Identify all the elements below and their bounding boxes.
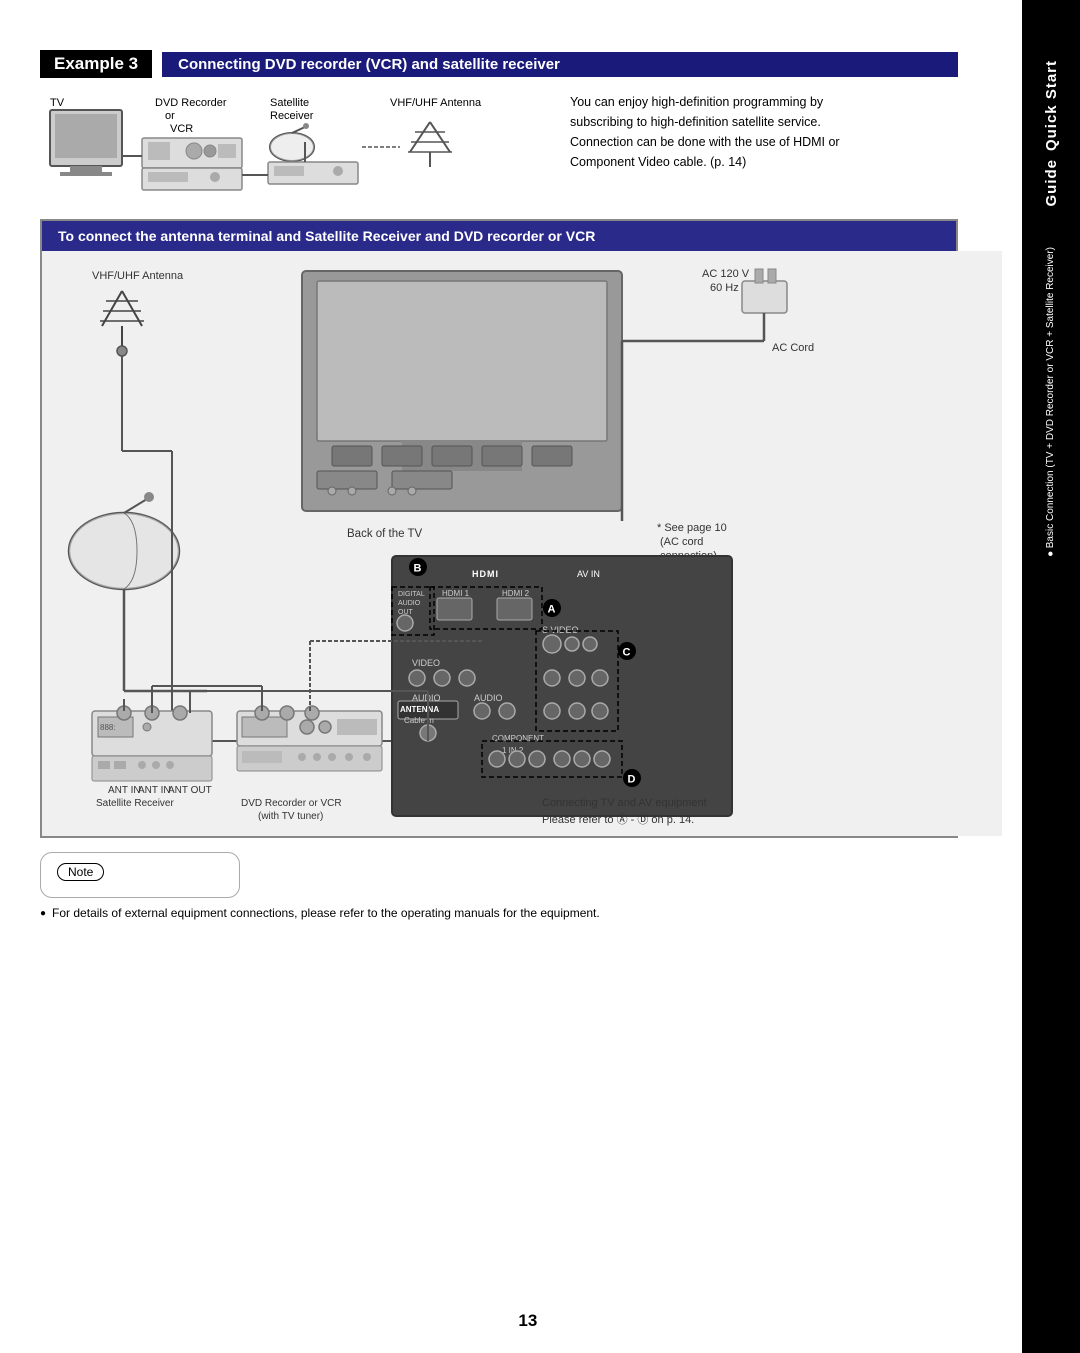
svg-text:VIDEO: VIDEO <box>412 658 440 668</box>
svg-text:HDMI 1: HDMI 1 <box>442 589 470 598</box>
top-section: TV DVD Recorder or VCR <box>40 92 958 205</box>
note-text: For details of external equipment connec… <box>52 906 600 920</box>
page-container: Quick Start Guide ●Basic Connection (TV … <box>0 0 1080 1353</box>
svg-text:DVD Recorder or VCR: DVD Recorder or VCR <box>241 798 342 809</box>
svg-text:(AC cord: (AC cord <box>660 536 703 548</box>
svg-text:ANT IN: ANT IN <box>138 785 171 796</box>
svg-text:888:: 888: <box>100 723 116 732</box>
svg-text:DVD Recorder: DVD Recorder <box>155 97 227 109</box>
main-content: Example 3 Connecting DVD recorder (VCR) … <box>40 50 958 920</box>
svg-text:Satellite Receiver: Satellite Receiver <box>96 798 174 809</box>
right-sidebar: Quick Start Guide ●Basic Connection (TV … <box>1022 0 1080 1353</box>
svg-text:D: D <box>628 774 636 786</box>
svg-text:(with TV tuner): (with TV tuner) <box>258 811 323 822</box>
svg-text:A: A <box>548 604 556 616</box>
tv-label-text: TV <box>50 97 65 109</box>
svg-text:ANTENNA: ANTENNA <box>400 705 439 714</box>
svg-text:HDMI 2: HDMI 2 <box>502 589 530 598</box>
svg-text:HDMI: HDMI <box>472 569 499 579</box>
page-number: 13 <box>518 1311 537 1331</box>
svg-text:Cable In: Cable In <box>404 716 434 725</box>
note-section: Note <box>40 852 240 898</box>
svg-text:B: B <box>414 563 422 575</box>
svg-text:AUDIO: AUDIO <box>412 693 441 703</box>
svg-text:AC 120 V: AC 120 V <box>702 268 750 280</box>
vhf-uhf-label: VHF/UHF Antenna <box>92 270 184 282</box>
svg-text:Please refer to Ⓐ - Ⓓ on p. 14: Please refer to Ⓐ - Ⓓ on p. 14. <box>542 813 694 826</box>
top-description: You can enjoy high-definition programmin… <box>570 92 870 172</box>
svg-text:AV IN: AV IN <box>577 569 600 579</box>
example-label: Example 3 <box>40 50 152 78</box>
svg-text:VCR: VCR <box>170 123 193 135</box>
sidebar-bullet-icon: ● <box>1045 548 1056 559</box>
sidebar-description: ●Basic Connection (TV + DVD Recorder or … <box>1040 247 1062 559</box>
svg-text:VHF/UHF Antenna: VHF/UHF Antenna <box>390 97 482 109</box>
svg-text:C: C <box>623 647 631 659</box>
note-bullet-icon: ● <box>40 908 46 919</box>
svg-text:or: or <box>165 110 175 122</box>
example-title: Connecting DVD recorder (VCR) and satell… <box>162 52 958 77</box>
main-diagram-svg: VHF/UHF Antenna <box>42 251 1002 836</box>
note-text-row: ● For details of external equipment conn… <box>40 906 958 920</box>
svg-text:Receiver: Receiver <box>270 110 314 122</box>
svg-text:60 Hz: 60 Hz <box>710 282 739 294</box>
note-label: Note <box>57 863 104 881</box>
svg-text:DIGITAL: DIGITAL <box>398 591 425 598</box>
svg-text:S VIDEO: S VIDEO <box>542 625 579 635</box>
main-diagram-title: To connect the antenna terminal and Sate… <box>42 221 956 251</box>
quick-start-label: Quick Start <box>1043 60 1060 151</box>
svg-text:Back of the TV: Back of the TV <box>347 528 423 540</box>
svg-text:Satellite: Satellite <box>270 97 309 109</box>
svg-text:* See page 10: * See page 10 <box>657 522 727 534</box>
guide-label: Guide <box>1043 159 1060 207</box>
example-header: Example 3 Connecting DVD recorder (VCR) … <box>40 50 958 78</box>
main-diagram-box: To connect the antenna terminal and Sate… <box>40 219 958 838</box>
svg-text:AC Cord: AC Cord <box>772 342 814 354</box>
top-small-diagram: TV DVD Recorder or VCR <box>40 92 530 205</box>
svg-text:AUDIO: AUDIO <box>474 693 503 703</box>
svg-text:AUDIO: AUDIO <box>398 600 421 607</box>
svg-text:Connecting TV and AV equipment: Connecting TV and AV equipment <box>542 797 707 809</box>
svg-text:ANT OUT: ANT OUT <box>168 785 212 796</box>
sidebar-title-block: Quick Start Guide <box>1043 60 1060 207</box>
svg-text:ANT IN: ANT IN <box>108 785 141 796</box>
